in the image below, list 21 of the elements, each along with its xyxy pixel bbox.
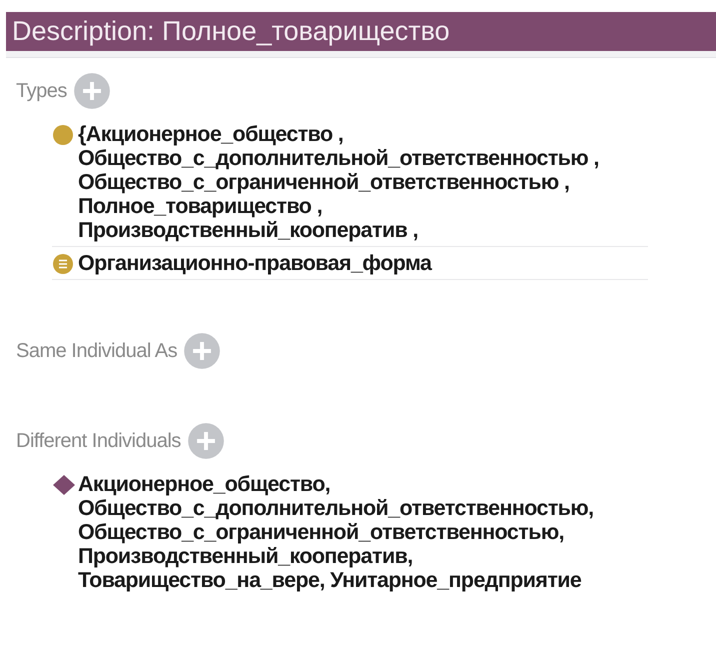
entity-name: Акционерное_общество, [78,472,332,496]
section-title: Same Individual As [16,340,178,362]
entity-name: Товарищество_на_вере, Унитарное_предприятие [78,568,582,592]
class-list-icon [52,253,74,275]
class-circle-icon [52,124,74,146]
entity-name: {Акционерное_общество , [78,122,344,146]
entity-name: Полное_товарищество , [78,194,324,218]
add-icon[interactable] [183,332,222,370]
diamond-icon [52,474,76,496]
section-title: Different Individuals [16,430,181,452]
entity-name: Общество_с_ограниченной_ответственностью , [78,170,570,194]
entity-name: Производственный_кооператив, [78,544,414,568]
entity-name: Общество_с_дополнительной_ответственностью, [78,496,594,520]
entity-name: Организационно-правовая_форма [78,251,432,275]
description-header: Description: Полное_товарищество [6,12,716,51]
entity-name: Общество_с_дополнительной_ответственностью , [78,146,599,170]
entity-name: Общество_с_ограниченной_ответственностью, [78,520,565,544]
add-icon[interactable] [72,72,111,110]
add-icon[interactable] [186,422,225,460]
entity-name: Производственный_кооператив , [78,218,419,242]
section-title: Types [16,80,67,102]
